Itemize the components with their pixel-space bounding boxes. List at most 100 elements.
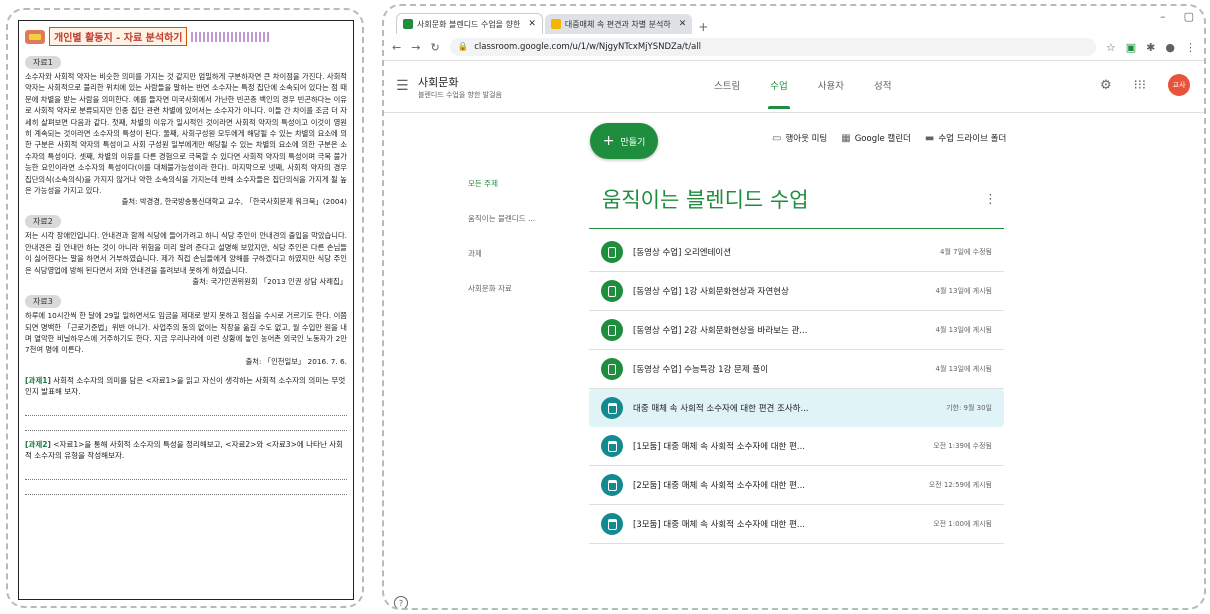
gear-icon[interactable]: ⚙ bbox=[1100, 78, 1112, 93]
back-arrow-icon[interactable]: ← bbox=[392, 41, 401, 54]
assignment-icon bbox=[601, 435, 623, 457]
profile-icon[interactable]: ● bbox=[1165, 41, 1175, 54]
material1-text: 소수자와 사회적 약자는 비슷한 의미를 가지는 것 같지만 엄밀하게 구분하자… bbox=[25, 72, 347, 196]
tab-classwork[interactable]: 수업 bbox=[768, 78, 791, 109]
create-label: 만들기 bbox=[620, 137, 646, 148]
worksheet-header: 개인별 활동지 - 자료 분석하기 bbox=[25, 27, 347, 46]
material-icon bbox=[601, 241, 623, 263]
topic-nav-all[interactable]: 모든 주제 bbox=[468, 178, 535, 213]
class-nav-tabs: 스트림 수업 사용자 성적 bbox=[714, 78, 891, 109]
item-meta: 4월 13일에 게시됨 bbox=[935, 287, 992, 295]
material3-tag: 자료3 bbox=[25, 295, 61, 309]
item-meta: 4월 13일에 게시됨 bbox=[935, 365, 992, 373]
item-meta: 기한: 9월 30일 bbox=[946, 404, 992, 412]
item-title: [동영상 수업] 1강 사회문화현상과 자연현상 bbox=[633, 287, 789, 297]
material-icon bbox=[601, 319, 623, 341]
tab-stream[interactable]: 스트림 bbox=[714, 78, 740, 92]
extension-icon[interactable]: ▣ bbox=[1126, 41, 1136, 54]
drive-folder-label: 수업 드라이브 폴더 bbox=[938, 134, 1007, 144]
more-options-icon[interactable]: ⋮ bbox=[984, 192, 997, 207]
answer-line bbox=[25, 480, 347, 495]
meet-link[interactable]: ▭ 행아웃 미팅 bbox=[772, 132, 827, 144]
pencil-icon bbox=[25, 29, 45, 44]
worksheet-page: 개인별 활동지 - 자료 분석하기 자료1 소수자와 사회적 약자는 비슷한 의… bbox=[18, 20, 354, 600]
create-button[interactable]: + 만들기 bbox=[590, 123, 658, 159]
material-icon bbox=[601, 280, 623, 302]
decorative-hatch bbox=[191, 31, 272, 42]
classroom-header: ☰ 사회문화 블렌디드 수업을 향한 발걸음 스트림 수업 사용자 성적 ⚙ ⁝… bbox=[384, 60, 1204, 113]
list-item[interactable]: [3모둠] 대중 매체 속 사회적 소수자에 대한 편... 오전 1:00에 … bbox=[589, 505, 1004, 544]
list-item[interactable]: [동영상 수업] 수능특강 1강 문제 풀이 4월 13일에 게시됨 bbox=[589, 350, 1004, 389]
item-title: 대중 매체 속 사회적 소수자에 대한 편견 조사하... bbox=[633, 404, 809, 414]
browser-tab-slides[interactable]: 대중매체 속 편견과 차별 분석하 ✕ bbox=[544, 14, 693, 34]
answer-line bbox=[25, 465, 347, 480]
tab-grades[interactable]: 성적 bbox=[874, 78, 891, 92]
menu-dots-icon[interactable]: ⋮ bbox=[1185, 41, 1196, 54]
apps-grid-icon[interactable]: ⁝⁝⁝ bbox=[1134, 78, 1146, 93]
task2: [과제2] <자료1>을 통해 사회적 소수자의 특성을 정리해보고, <자료2… bbox=[25, 439, 347, 461]
forward-arrow-icon[interactable]: → bbox=[411, 41, 420, 54]
browser-tab-classroom[interactable]: 사회문화 블렌디드 수업을 향한 ✕ bbox=[396, 13, 543, 34]
topic-divider bbox=[589, 228, 1004, 229]
list-item[interactable]: [2모둠] 대중 매체 속 사회적 소수자에 대한 편... 오전 12:59에… bbox=[589, 466, 1004, 505]
puzzle-icon[interactable]: ✱ bbox=[1146, 41, 1155, 54]
meet-label: 행아웃 미팅 bbox=[785, 134, 828, 144]
item-meta: 오전 1:00에 게시됨 bbox=[933, 520, 992, 528]
assignment-icon bbox=[601, 397, 623, 419]
list-item[interactable]: [동영상 수업] 1강 사회문화현상과 자연현상 4월 13일에 게시됨 bbox=[589, 272, 1004, 311]
calendar-link[interactable]: ▦ Google 캘린더 bbox=[841, 132, 911, 144]
topic-nav-materials[interactable]: 사회문화 자료 bbox=[468, 283, 535, 318]
browser-tab-label: 사회문화 블렌디드 수업을 향한 bbox=[417, 19, 521, 29]
topic-side-nav: 모든 주제 움직이는 블렌디드 ... 과제 사회문화 자료 bbox=[468, 178, 535, 318]
item-meta: 오전 1:39에 수정됨 bbox=[933, 442, 992, 450]
list-item[interactable]: [동영상 수업] 오리엔테이션 4월 7일에 수정됨 bbox=[589, 233, 1004, 272]
topic-nav-assignments[interactable]: 과제 bbox=[468, 248, 535, 283]
minimize-button[interactable]: – bbox=[1160, 10, 1166, 23]
material1-tag: 자료1 bbox=[25, 56, 61, 69]
classwork-tools: ▭ 행아웃 미팅 ▦ Google 캘린더 ▬ 수업 드라이브 폴더 bbox=[772, 132, 1006, 144]
list-item[interactable]: [1모둠] 대중 매체 속 사회적 소수자에 대한 편... 오전 1:39에 … bbox=[589, 427, 1004, 466]
item-title: [1모둠] 대중 매체 속 사회적 소수자에 대한 편... bbox=[633, 442, 806, 452]
item-meta: 오전 12:59에 게시됨 bbox=[928, 481, 992, 489]
video-camera-icon: ▭ bbox=[772, 133, 782, 144]
task2-text: <자료1>을 통해 사회적 소수자의 특성을 정리해보고, <자료2>와 <자료… bbox=[25, 439, 344, 460]
class-name[interactable]: 사회문화 bbox=[418, 74, 458, 90]
item-title: [동영상 수업] 오리엔테이션 bbox=[633, 248, 732, 258]
hamburger-menu-icon[interactable]: ☰ bbox=[396, 78, 409, 94]
assignment-icon bbox=[601, 474, 623, 496]
list-item[interactable]: [동영상 수업] 2강 사회문화현상을 바라보는 관... 4월 13일에 게시… bbox=[589, 311, 1004, 350]
answer-line bbox=[25, 416, 347, 431]
item-title: [동영상 수업] 수능특강 1강 문제 풀이 bbox=[633, 365, 769, 375]
drive-folder-link[interactable]: ▬ 수업 드라이브 폴더 bbox=[925, 132, 1006, 144]
header-actions: ⚙ ⁝⁝⁝ 교사 bbox=[1100, 74, 1190, 96]
browser-actions: ☆ ▣ ✱ ● ⋮ bbox=[1106, 41, 1196, 54]
star-icon[interactable]: ☆ bbox=[1106, 41, 1116, 54]
topic-title: 움직이는 블렌디드 수업 bbox=[602, 188, 809, 212]
classroom-favicon-icon bbox=[403, 19, 413, 29]
worksheet-panel: 개인별 활동지 - 자료 분석하기 자료1 소수자와 사회적 약자는 비슷한 의… bbox=[6, 8, 364, 608]
item-title: [2모둠] 대중 매체 속 사회적 소수자에 대한 편... bbox=[633, 481, 806, 491]
material2-text: 저는 시각 장애인입니다. 안내견과 함께 식당에 들어가려고 하니 식당 주인… bbox=[25, 231, 347, 275]
list-item-highlighted[interactable]: 대중 매체 속 사회적 소수자에 대한 편견 조사하... 기한: 9월 30일 bbox=[589, 389, 1004, 427]
folder-icon: ▬ bbox=[924, 133, 935, 144]
new-tab-button[interactable]: + bbox=[698, 20, 708, 34]
material2-source: 출처: 국가인권위원회 「2013 인권 상담 사례집」 bbox=[192, 277, 347, 287]
classwork-list: [동영상 수업] 오리엔테이션 4월 7일에 수정됨 [동영상 수업] 1강 사… bbox=[589, 233, 1004, 544]
help-icon[interactable]: ? bbox=[394, 596, 408, 608]
task1-text: 사회적 소수자의 의미를 담은 <자료1>을 읽고 자신이 생각하는 사회적 소… bbox=[25, 375, 346, 396]
reload-icon[interactable]: ↻ bbox=[430, 41, 439, 54]
maximize-button[interactable]: ▢ bbox=[1184, 10, 1194, 23]
item-meta: 4월 13일에 게시됨 bbox=[935, 326, 992, 334]
browser-tab-label: 대중매체 속 편견과 차별 분석하 bbox=[564, 19, 671, 29]
close-icon[interactable]: ✕ bbox=[528, 19, 536, 29]
material1-source: 출처: 박경경, 한국방송통신대학교 교수, 「한국사회문제 워크북」(2004… bbox=[121, 197, 347, 207]
close-icon[interactable]: ✕ bbox=[679, 19, 687, 29]
material-icon bbox=[601, 358, 623, 380]
answer-line bbox=[25, 401, 347, 416]
url-field[interactable]: 🔒 classroom.google.com/u/1/w/NjgyNTcxMjY… bbox=[449, 38, 1096, 56]
tab-people[interactable]: 사용자 bbox=[818, 78, 844, 92]
calendar-label: Google 캘린더 bbox=[854, 134, 911, 144]
topic-nav-blended[interactable]: 움직이는 블렌디드 ... bbox=[468, 213, 535, 248]
task1-label: [과제1] bbox=[25, 375, 51, 385]
avatar[interactable]: 교사 bbox=[1168, 74, 1190, 96]
